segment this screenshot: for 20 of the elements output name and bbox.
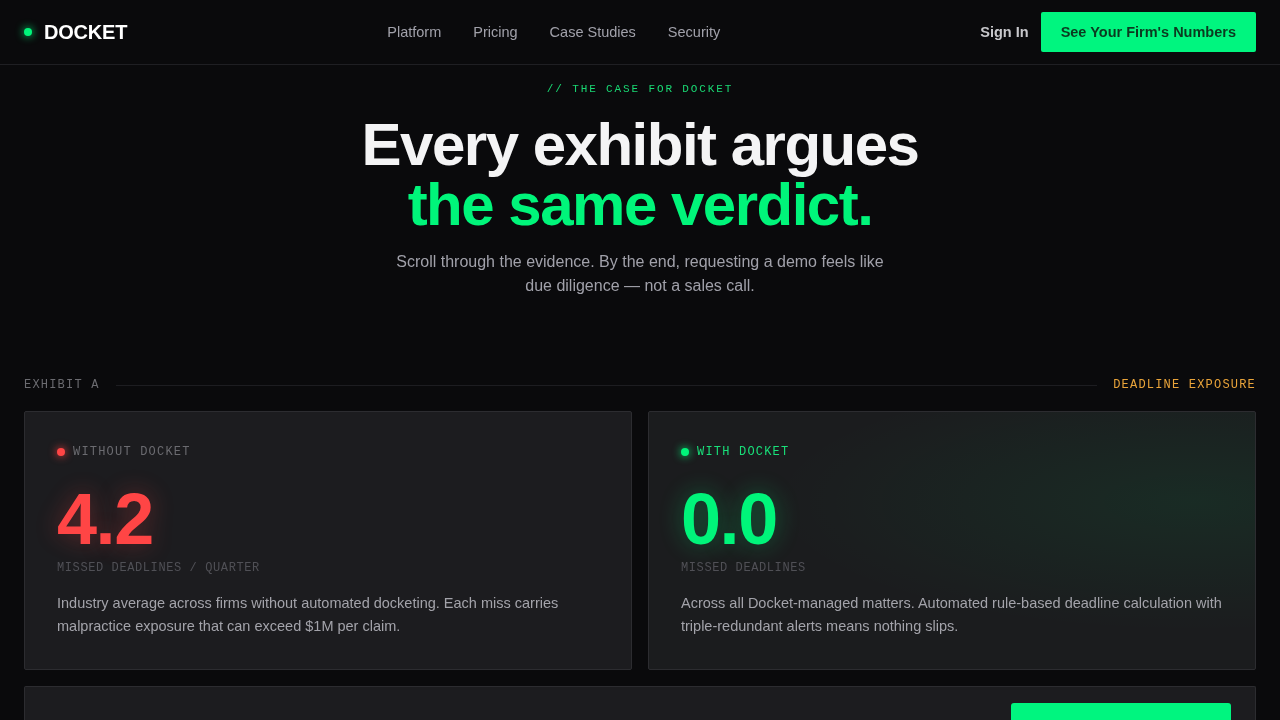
stat-value: 4.2 — [57, 483, 153, 555]
nav-link[interactable]: Pricing — [473, 24, 518, 40]
section-eyebrow: // THE CASE FOR DOCKET — [546, 82, 734, 97]
card-description: Industry average across firms without automated docketing. Each miss carries malpractice exposure that can exceed $1M per claim. — [57, 594, 560, 636]
exhibit-label: EXHIBIT A — [24, 377, 100, 393]
exhibit-topic: DEADLINE EXPOSURE — [1113, 377, 1256, 393]
sign-in-link[interactable]: Sign In — [980, 24, 1029, 40]
hero-subtitle: Scroll through the evidence. By the end, requesting a demo feels like due diligence — not a sales call. — [395, 252, 885, 296]
nav-link[interactable]: Platform — [387, 24, 442, 40]
stat-value: 0.0 — [681, 483, 777, 555]
card-label: WITHOUT DOCKET — [73, 444, 191, 460]
card-description: Across all Docket-managed matters. Automated rule-based deadline calculation with triple-redundant alerts means nothing slips. — [681, 594, 1223, 636]
logo[interactable]: DOCKET — [44, 22, 128, 42]
nav-link[interactable]: Security — [667, 24, 721, 40]
card-label: WITH DOCKET — [697, 444, 790, 460]
nav-link[interactable]: Case Studies — [549, 24, 636, 40]
stat-unit: MISSED DEADLINES — [681, 560, 806, 576]
hero-heading: Every exhibit argues — [361, 115, 919, 175]
cta-button[interactable]: See Your Firm's Numbers — [1040, 12, 1256, 52]
cta-button[interactable] — [1011, 703, 1231, 720]
